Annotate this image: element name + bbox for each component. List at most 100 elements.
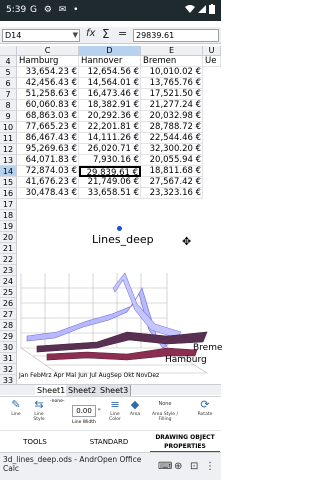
table-cell[interactable]: 77,665.23 €	[17, 122, 79, 133]
rotate-button[interactable]: ⟳ Rotate	[194, 397, 216, 431]
row-header[interactable]: 8	[0, 100, 17, 111]
area-style-button[interactable]: None Area Style / Filling	[148, 397, 182, 431]
table-cell[interactable]: 30,478.43 €	[17, 188, 79, 199]
row-header[interactable]: 27	[0, 309, 17, 320]
table-cell[interactable]: 14,564.01 €	[79, 78, 141, 89]
table-cell[interactable]: 28,788.72 €	[141, 122, 203, 133]
table-cell[interactable]: 26,020.71 €	[79, 144, 141, 155]
tab-tools[interactable]: TOOLS	[10, 431, 60, 453]
table-cell[interactable]: 51,258.63 €	[17, 89, 79, 100]
row-header[interactable]: 22	[0, 254, 17, 265]
row-header[interactable]: 31	[0, 353, 17, 364]
table-cell[interactable]: Ue	[203, 56, 221, 67]
line-button[interactable]: ✎ Line	[6, 397, 26, 431]
table-cell[interactable]: 18,811.68 €	[141, 166, 203, 177]
row-header[interactable]: 4	[0, 56, 17, 67]
keyboard-icon[interactable]: ⌨	[158, 461, 172, 472]
tab-standard[interactable]: STANDARD	[80, 431, 138, 453]
table-cell[interactable]: 72,874.03 €	[17, 166, 79, 177]
line-width-input[interactable]: 0.00	[72, 405, 96, 417]
formula-input[interactable]: 29839.61	[133, 29, 219, 42]
row-header[interactable]: 23	[0, 265, 17, 276]
active-cell[interactable]: 29,839.61 €	[79, 166, 141, 177]
table-cell[interactable]: 17,521.50 €	[141, 89, 203, 100]
table-cell[interactable]: 20,032.98 €	[141, 111, 203, 122]
table-cell[interactable]: 33,658.51 €	[79, 188, 141, 199]
table-cell[interactable]: 42,456.43 €	[17, 78, 79, 89]
row-header[interactable]: 19	[0, 221, 17, 232]
table-cell[interactable]: 22,201.81 €	[79, 122, 141, 133]
row-header[interactable]: 13	[0, 155, 17, 166]
row-header[interactable]: 9	[0, 111, 17, 122]
table-cell[interactable]: 10,010.02 €	[141, 67, 203, 78]
table-cell[interactable]: 95,269.63 €	[17, 144, 79, 155]
table-cell[interactable]: 20,292.36 €	[79, 111, 141, 122]
table-cell[interactable]: 86,467.43 €	[17, 133, 79, 144]
row-header[interactable]: 15	[0, 177, 17, 188]
row-header[interactable]: 18	[0, 210, 17, 221]
table-cell[interactable]: 16,473.46 €	[79, 89, 141, 100]
line-width-unit: "	[98, 408, 101, 415]
row-header[interactable]: 32	[0, 364, 17, 375]
table-cell[interactable]: 64,071.83 €	[17, 155, 79, 166]
table-cell[interactable]: 13,765.76 €	[141, 78, 203, 89]
area-button[interactable]: ◆ Area	[126, 397, 144, 431]
sheet-tab[interactable]: Sheet2	[66, 385, 100, 396]
row-header[interactable]: 17	[0, 199, 17, 210]
chevron-down-icon[interactable]: ▼	[73, 30, 78, 41]
mouse-icon[interactable]: ⊡	[190, 461, 198, 472]
chart-object[interactable]: ✥ Lines_deep Jan FebMrz Apr Mai Jun Jul …	[17, 226, 223, 385]
formula-button[interactable]: =	[118, 27, 127, 40]
table-cell[interactable]: 27,567.42 €	[141, 177, 203, 188]
table-cell[interactable]: 68,863.03 €	[17, 111, 79, 122]
table-cell[interactable]: Hamburg	[17, 56, 79, 67]
row-header[interactable]: 7	[0, 89, 17, 100]
row-header[interactable]: 20	[0, 232, 17, 243]
row-header[interactable]: 12	[0, 144, 17, 155]
line-style-button[interactable]: ⇆ Line Style	[28, 397, 50, 431]
row-header[interactable]: 21	[0, 243, 17, 254]
column-header-e[interactable]: E	[141, 46, 203, 56]
row-header[interactable]: 30	[0, 342, 17, 353]
row-header[interactable]: 11	[0, 133, 17, 144]
table-cell[interactable]: 41,676.23 €	[17, 177, 79, 188]
row-header[interactable]: 6	[0, 78, 17, 89]
table-cell[interactable]: 14,111.26 €	[79, 133, 141, 144]
table-cell[interactable]: 60,060.83 €	[17, 100, 79, 111]
table-cell[interactable]: 18,382.91 €	[79, 100, 141, 111]
more-icon[interactable]: ⋮	[205, 461, 215, 472]
table-cell[interactable]: 20,055.94 €	[141, 155, 203, 166]
arrow-style-icon: ⇆	[34, 398, 44, 411]
row-header[interactable]: 5	[0, 67, 17, 78]
row-header[interactable]: 10	[0, 122, 17, 133]
row-header[interactable]: 24	[0, 276, 17, 287]
corner-cell[interactable]	[0, 46, 17, 56]
row-header[interactable]: 29	[0, 331, 17, 342]
row-header[interactable]: 14	[0, 166, 17, 177]
table-cell[interactable]: 22,544.46 €	[141, 133, 203, 144]
table-cell[interactable]: 23,323.16 €	[141, 188, 203, 199]
column-header-u[interactable]: U	[203, 46, 221, 56]
gamepad-icon[interactable]: ⊕	[174, 461, 182, 472]
row-header[interactable]: 16	[0, 188, 17, 199]
row-header[interactable]: 28	[0, 320, 17, 331]
table-cell[interactable]: 33,654.23 €	[17, 67, 79, 78]
table-cell[interactable]: 21,277.24 €	[141, 100, 203, 111]
sheet-tab[interactable]: Sheet1	[35, 385, 69, 396]
line-color-button[interactable]: ≡ Line Color	[104, 397, 126, 431]
row-header[interactable]: 26	[0, 298, 17, 309]
column-header-c[interactable]: C	[17, 46, 79, 56]
table-cell[interactable]: 21,749.06 €	[79, 177, 141, 188]
function-wizard-button[interactable]: fx	[86, 28, 95, 39]
sheet-tab[interactable]: Sheet3	[98, 385, 132, 396]
sum-button[interactable]: Σ	[102, 27, 110, 41]
table-cell[interactable]: 12,654.56 €	[79, 67, 141, 78]
table-cell[interactable]: 7,930.16 €	[79, 155, 141, 166]
table-cell[interactable]: Bremen	[141, 56, 203, 67]
column-header-d[interactable]: D	[79, 46, 141, 56]
name-box[interactable]: D14 ▼	[2, 29, 80, 42]
table-cell[interactable]: Hannover	[79, 56, 141, 67]
table-cell[interactable]: 32,300.20 €	[141, 144, 203, 155]
tab-drawing-object-properties[interactable]: DRAWING OBJECT PROPERTIES	[150, 431, 220, 453]
row-header[interactable]: 25	[0, 287, 17, 298]
